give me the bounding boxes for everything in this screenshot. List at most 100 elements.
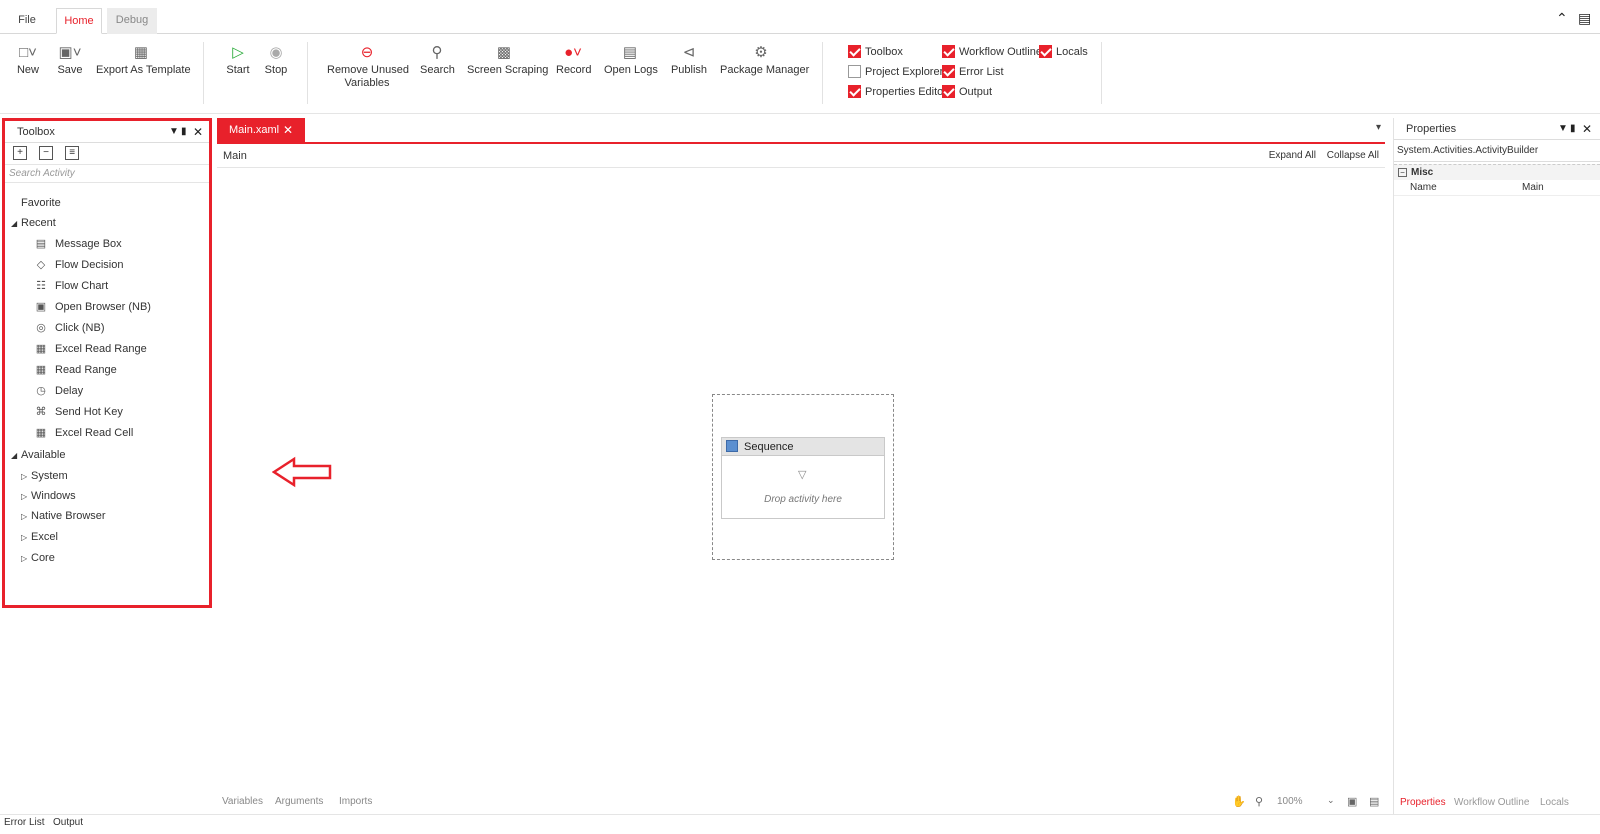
imports-tab[interactable]: Imports: [339, 796, 372, 807]
drop-zone[interactable]: Drop activity here: [722, 494, 884, 505]
list-item[interactable]: ▷ Native Browser: [21, 506, 106, 526]
start-button[interactable]: ▷ Start: [225, 42, 251, 77]
open-logs-button[interactable]: ▤ Open Logs: [604, 42, 658, 77]
new-button[interactable]: □˅ New: [14, 42, 42, 77]
checkbox-icon[interactable]: [1039, 45, 1052, 58]
list-item[interactable]: ▷ System: [21, 466, 68, 486]
checkbox-icon[interactable]: [848, 65, 861, 78]
overview-icon[interactable]: ▤: [1369, 795, 1379, 808]
collapse-all-link[interactable]: Collapse All: [1327, 150, 1379, 161]
search-button[interactable]: ⚲ Search: [420, 42, 455, 77]
error-list-checkbox[interactable]: Error List: [942, 64, 1004, 80]
list-item[interactable]: ▦ Read Range: [33, 360, 117, 380]
screen-scraping-button[interactable]: ▩ Screen Scraping: [467, 42, 548, 77]
tab-workflow-outline[interactable]: Workflow Outline: [1454, 797, 1529, 808]
tab-debug[interactable]: Debug: [107, 8, 157, 34]
list-item[interactable]: ▷ Excel: [21, 527, 58, 547]
property-category[interactable]: − Misc: [1394, 164, 1600, 180]
properties-editor-checkbox[interactable]: Properties Editor: [848, 84, 947, 100]
checkbox-icon[interactable]: [942, 85, 955, 98]
record-button[interactable]: ●˅ Record: [556, 42, 591, 77]
list-item[interactable]: ◷ Delay: [33, 381, 83, 401]
pin-icon[interactable]: ▮: [181, 121, 187, 143]
publish-button[interactable]: ⊲ Publish: [670, 42, 708, 77]
dropdown-icon[interactable]: ▼: [1558, 118, 1568, 140]
workflow-designer-root[interactable]: Sequence ▽ Drop activity here: [712, 394, 894, 560]
list-item[interactable]: ▣ Open Browser (NB): [33, 297, 151, 317]
package-icon: ⚙: [754, 44, 768, 61]
list-item[interactable]: ▷ Core: [21, 548, 55, 568]
caret-down-icon: ◢: [11, 219, 18, 228]
pin-icon[interactable]: ▮: [1570, 118, 1576, 140]
checkbox-icon[interactable]: [848, 85, 861, 98]
checkbox-icon[interactable]: [942, 45, 955, 58]
tab-home[interactable]: Home: [56, 8, 102, 34]
save-button[interactable]: ▣˅ Save: [56, 42, 84, 77]
fit-screen-icon[interactable]: ▣: [1347, 795, 1357, 808]
properties-panel: Properties ▼ ▮ ✕ System.Activities.Activ…: [1393, 118, 1600, 814]
sequence-activity[interactable]: Sequence ▽ Drop activity here: [721, 437, 885, 519]
error-list-tab[interactable]: Error List: [4, 817, 45, 828]
collapse-all-icon[interactable]: −: [39, 146, 54, 160]
designer-bottom-bar: Variables Arguments Imports ✋ ⚲ 100% ⌄ ▣…: [217, 794, 1385, 814]
list-item[interactable]: ◎ Click (NB): [33, 318, 104, 338]
list-item[interactable]: ▦ Excel Read Cell: [33, 423, 133, 443]
close-icon[interactable]: ✕: [1582, 118, 1592, 140]
close-icon[interactable]: ✕: [283, 118, 293, 142]
property-row[interactable]: Name Main: [1394, 180, 1600, 196]
click-icon: ◎: [36, 322, 46, 334]
tree-available[interactable]: ◢ Available: [11, 445, 65, 465]
tree-favorite[interactable]: Favorite: [21, 193, 61, 213]
hand-pan-icon[interactable]: ✋: [1232, 795, 1246, 808]
share-icon: ⊲: [682, 44, 696, 61]
clock-icon: ◷: [36, 385, 46, 397]
export-template-button[interactable]: ▦ Export As Template: [96, 42, 191, 77]
tab-locals[interactable]: Locals: [1540, 797, 1569, 808]
overflow-menu-icon[interactable]: ▾: [1376, 122, 1381, 133]
message-box-icon: ▤: [35, 238, 47, 250]
list-item[interactable]: ▤ Message Box: [33, 234, 122, 254]
tab-file[interactable]: File: [8, 8, 46, 34]
arguments-tab[interactable]: Arguments: [275, 796, 323, 807]
list-item[interactable]: ⌘ Send Hot Key: [33, 402, 123, 422]
tab-main-xaml[interactable]: Main.xaml ✕: [217, 118, 305, 142]
collapse-icon[interactable]: −: [1398, 168, 1407, 177]
remove-unused-variables-button[interactable]: ⊖ Remove Unused Variables: [327, 42, 409, 90]
tree-recent[interactable]: ◢ Recent: [11, 213, 56, 233]
variables-tab[interactable]: Variables: [222, 796, 263, 807]
chevron-down-icon[interactable]: ⌄: [1327, 795, 1335, 806]
list-item[interactable]: ☷ Flow Chart: [33, 276, 108, 296]
checkbox-icon[interactable]: [848, 45, 861, 58]
output-tab[interactable]: Output: [53, 817, 83, 828]
caret-down-icon: ◢: [11, 451, 18, 460]
stop-button[interactable]: ◉ Stop: [263, 42, 289, 77]
tab-properties[interactable]: Properties: [1400, 797, 1446, 808]
expand-all-icon[interactable]: +: [13, 146, 27, 160]
close-icon[interactable]: ✕: [193, 121, 203, 143]
package-manager-button[interactable]: ⚙ Package Manager: [720, 42, 809, 77]
screen-scraping-icon: ▩: [496, 44, 512, 61]
list-item[interactable]: ◇ Flow Decision: [33, 255, 124, 275]
toolbox-checkbox[interactable]: Toolbox: [848, 44, 903, 60]
list-item[interactable]: ▷ Windows: [21, 486, 76, 506]
list-item[interactable]: ▦ Excel Read Range: [33, 339, 147, 359]
checkbox-icon[interactable]: [942, 65, 955, 78]
breadcrumb[interactable]: Main: [223, 150, 247, 162]
property-object-type: System.Activities.ActivityBuilder: [1394, 140, 1600, 162]
workflow-outline-checkbox[interactable]: Workflow Outline: [942, 44, 1042, 60]
project-explorer-checkbox[interactable]: Project Explorer: [848, 64, 943, 80]
dropdown-icon[interactable]: ▼: [169, 121, 179, 143]
expand-all-link[interactable]: Expand All: [1269, 150, 1316, 161]
locals-checkbox[interactable]: Locals: [1039, 44, 1088, 60]
list-icon[interactable]: ≡: [65, 146, 80, 160]
chat-icon[interactable]: ▤: [1578, 10, 1591, 27]
zoom-icon[interactable]: ⚲: [1255, 795, 1263, 808]
sequence-header[interactable]: Sequence: [722, 438, 884, 456]
property-name-value[interactable]: Main: [1522, 180, 1544, 196]
output-checkbox[interactable]: Output: [942, 84, 992, 100]
ribbon: □˅ New ▣˅ Save ▦ Export As Template ▷ St…: [0, 34, 1600, 114]
search-activity-input[interactable]: Search Activity: [5, 165, 209, 183]
caret-right-icon: ▷: [21, 492, 28, 501]
chevron-up-icon[interactable]: ⌃: [1556, 10, 1568, 27]
zoom-level[interactable]: 100%: [1277, 796, 1303, 807]
